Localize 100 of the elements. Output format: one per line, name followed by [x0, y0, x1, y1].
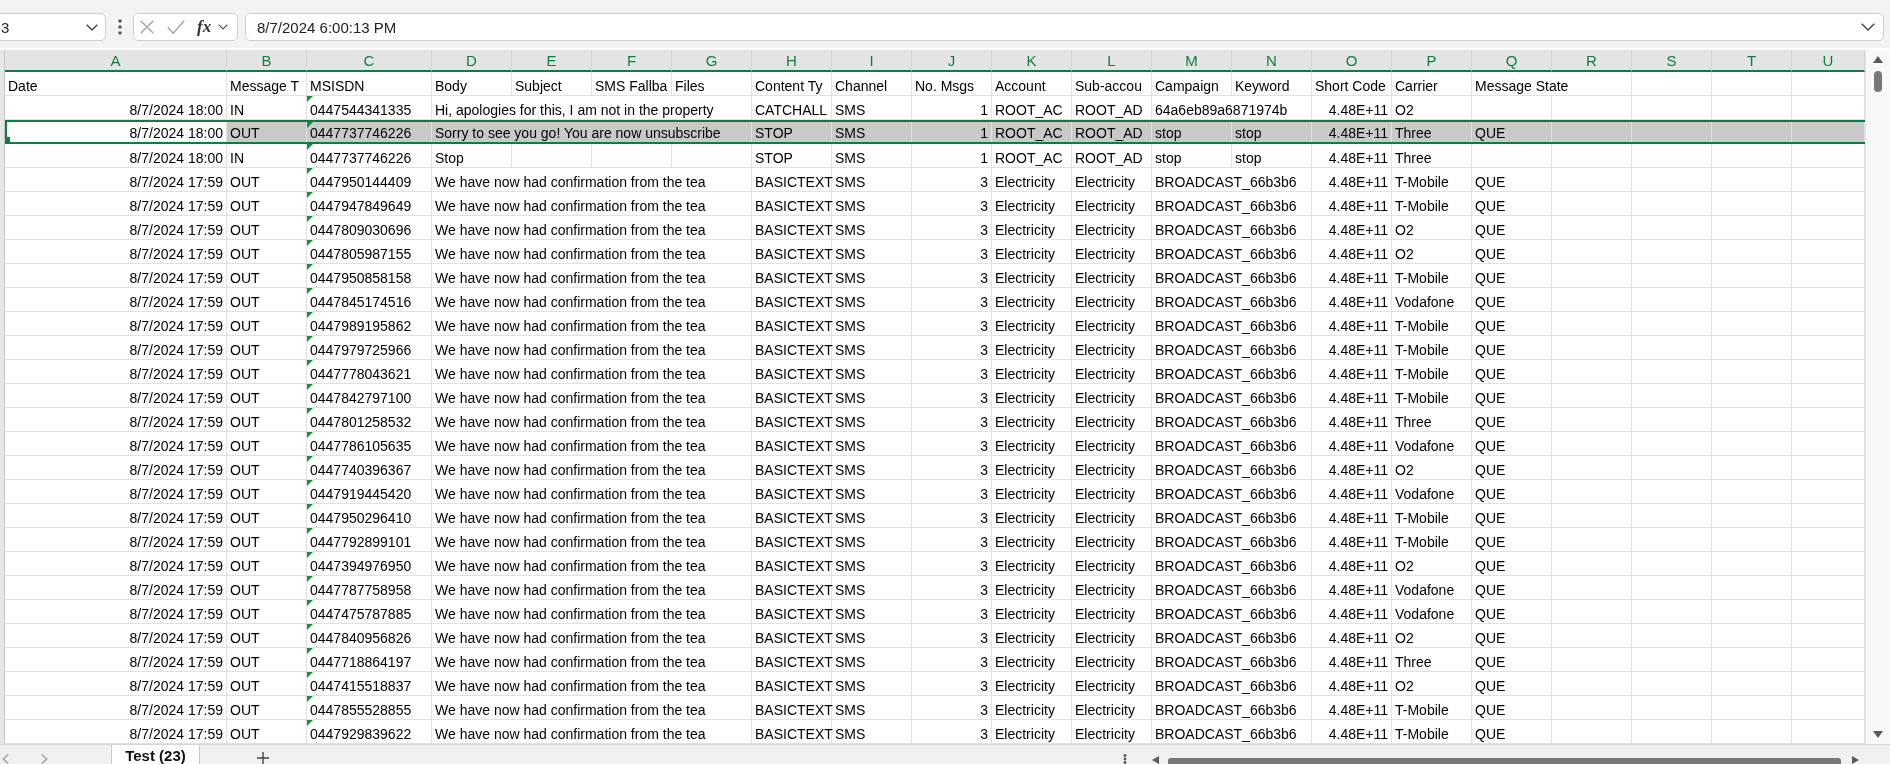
column-header[interactable]: M: [1152, 50, 1232, 72]
table-cell: 4.48E+11: [1312, 624, 1392, 647]
triangle-up-icon[interactable]: [1873, 56, 1883, 63]
table-cell: QUE: [1472, 336, 1552, 359]
table-cell: Electricity: [1072, 480, 1152, 503]
table-cell: 4.48E+11: [1312, 288, 1392, 311]
table-cell: BROADCAST_66b3b6: [1152, 600, 1312, 623]
chevron-down-icon[interactable]: [218, 24, 229, 30]
column-header[interactable]: P: [1392, 50, 1472, 72]
table-cell: BROADCAST_66b3b6: [1152, 672, 1312, 695]
insert-function-button[interactable]: fx: [196, 17, 213, 37]
plus-icon[interactable]: [257, 752, 269, 764]
table-cell: QUE: [1472, 122, 1552, 142]
table-cell: SMS: [832, 264, 912, 287]
table-cell: BROADCAST_66b3b6: [1152, 264, 1312, 287]
table-cell: Electricity: [1072, 192, 1152, 215]
table-cell: BASICTEXT: [752, 528, 832, 551]
column-header[interactable]: L: [1072, 50, 1152, 72]
table-cell: QUE: [1472, 456, 1552, 479]
column-header[interactable]: D: [432, 50, 512, 72]
column-header[interactable]: Q: [1472, 50, 1552, 72]
checkmark-icon[interactable]: [167, 20, 185, 34]
vertical-dots-icon[interactable]: [1123, 754, 1127, 764]
fill-handle[interactable]: [5, 137, 10, 142]
table-cell: BROADCAST_66b3b6: [1152, 432, 1312, 455]
table-cell: Three: [1392, 648, 1472, 671]
name-box[interactable]: 3: [0, 13, 106, 41]
chevron-down-icon[interactable]: [86, 23, 98, 31]
table-cell: O2: [1392, 552, 1472, 575]
sheet-tab[interactable]: Test (23): [111, 745, 200, 764]
table-cell: BROADCAST_66b3b6: [1152, 720, 1312, 743]
column-header[interactable]: F: [592, 50, 672, 72]
formula-field[interactable]: 8/7/2024 6:00:13 PM: [245, 13, 1884, 41]
table-cell: Electricity: [1072, 288, 1152, 311]
scrollbar-thumb[interactable]: [1874, 71, 1882, 92]
column-header[interactable]: I: [832, 50, 912, 72]
column-header[interactable]: B: [227, 50, 307, 72]
column-header[interactable]: C: [307, 50, 432, 72]
chevron-down-icon[interactable]: [1861, 23, 1875, 31]
table-cell: Hi, apologies for this, I am not in the property: [432, 96, 752, 119]
table-cell: We have now had confirmation from the tea: [432, 216, 752, 239]
table-cell: 3: [912, 432, 992, 455]
table-cell: 3: [912, 288, 992, 311]
table-cell: BASICTEXT: [752, 288, 832, 311]
column-header[interactable]: S: [1632, 50, 1712, 72]
table-cell: Electricity: [992, 312, 1072, 335]
table-cell: 4.48E+11: [1312, 600, 1392, 623]
table-cell: We have now had confirmation from the tea: [432, 624, 752, 647]
table-cell: 8/7/2024 17:59: [5, 360, 227, 383]
table-cell: Electricity: [1072, 168, 1152, 191]
column-header[interactable]: K: [992, 50, 1072, 72]
vertical-scrollbar[interactable]: [1865, 50, 1890, 744]
table-cell: SMS: [832, 192, 912, 215]
table-cell: 4.48E+11: [1312, 696, 1392, 719]
column-header[interactable]: J: [912, 50, 992, 72]
table-cell: Electricity: [1072, 456, 1152, 479]
table-cell: 4.48E+11: [1312, 216, 1392, 239]
column-header[interactable]: A: [5, 50, 227, 72]
table-cell: 3: [912, 720, 992, 743]
triangle-right-icon[interactable]: [1852, 756, 1859, 764]
table-cell: ROOT_AD: [1072, 96, 1152, 119]
table-cell: STOP: [752, 122, 832, 142]
column-header[interactable]: U: [1792, 50, 1865, 72]
vertical-dots-icon[interactable]: [118, 19, 122, 35]
table-cell: T-Mobile: [1392, 192, 1472, 215]
column-header[interactable]: R: [1552, 50, 1632, 72]
table-cell: BROADCAST_66b3b6: [1152, 192, 1312, 215]
table-cell: QUE: [1472, 408, 1552, 431]
table-cell: SMS: [832, 240, 912, 263]
table-cell: QUE: [1472, 600, 1552, 623]
table-cell: BASICTEXT: [752, 648, 832, 671]
table-cell: Electricity: [1072, 672, 1152, 695]
triangle-down-icon[interactable]: [1873, 731, 1883, 738]
column-header[interactable]: H: [752, 50, 832, 72]
table-cell: 8/7/2024 17:59: [5, 456, 227, 479]
table-cell: 8/7/2024 17:59: [5, 240, 227, 263]
column-header[interactable]: O: [1312, 50, 1392, 72]
table-cell: We have now had confirmation from the tea: [432, 504, 752, 527]
table-cell: QUE: [1472, 624, 1552, 647]
table-cell: Electricity: [992, 576, 1072, 599]
table-cell: O2: [1392, 672, 1472, 695]
table-cell: ROOT_AC: [992, 122, 1072, 142]
table-cell: Three: [1392, 408, 1472, 431]
table-cell: QUE: [1472, 360, 1552, 383]
table-cell: Electricity: [1072, 576, 1152, 599]
table-cell: QUE: [1472, 576, 1552, 599]
scrollbar-thumb[interactable]: [1168, 758, 1841, 764]
table-cell: 1: [912, 96, 992, 119]
column-header[interactable]: G: [672, 50, 752, 72]
column-header[interactable]: E: [512, 50, 592, 72]
table-cell: We have now had confirmation from the tea: [432, 528, 752, 551]
table-cell: SMS: [832, 720, 912, 743]
table-cell: Electricity: [992, 696, 1072, 719]
triangle-left-icon[interactable]: [1152, 756, 1159, 764]
column-header[interactable]: N: [1232, 50, 1312, 72]
table-cell: BROADCAST_66b3b6: [1152, 240, 1312, 263]
table-cell: 4.48E+11: [1312, 576, 1392, 599]
table-cell: Vodafone: [1392, 432, 1472, 455]
column-header[interactable]: T: [1712, 50, 1792, 72]
table-cell: BROADCAST_66b3b6: [1152, 360, 1312, 383]
